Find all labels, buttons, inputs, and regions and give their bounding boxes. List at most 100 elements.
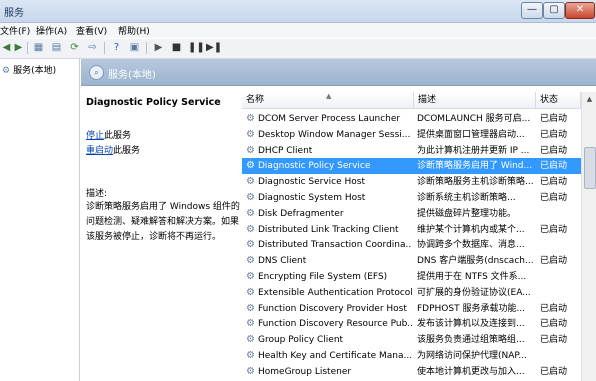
table-row[interactable]: ⚙ HomeGroup Listener 使本地计算机更改与加入... 已启动 [242, 364, 581, 380]
toolbar: ◀ ▶ ▦ ▤ ⟳ ⇨ ? ▣ ▶ ■ ❚❚ ▶❚ [0, 39, 596, 59]
menu-help[interactable]: 帮助(H) [118, 24, 150, 37]
refresh-icon[interactable]: ⟳ [68, 41, 81, 54]
table-row[interactable]: ⚙ Function Discovery Resource Pub... 发布该计算… [242, 316, 581, 332]
service-status-cell: 已启动 [540, 145, 568, 156]
gear-icon: ⚙ [246, 176, 255, 188]
service-description-cell: 为此计算机注册并更新 IP ... [417, 145, 530, 156]
table-row[interactable]: ⚙ Distributed Link Tracking Client 维护某个计算机… [242, 222, 581, 238]
table-row[interactable]: ⚙ DNS Client DNS 客户端服务(dnscach... 已启动 [242, 253, 581, 269]
export-list-icon[interactable]: ⇨ [86, 41, 99, 54]
restart-icon[interactable]: ▶❚ [206, 41, 222, 54]
service-description-cell: 该服务负责通过组策略组... [417, 335, 525, 346]
toolbar-separator [104, 42, 105, 54]
service-name-cell: Function Discovery Resource Pub... [258, 319, 412, 330]
gear-icon: ⚙ [246, 128, 255, 140]
service-status-cell: 已启动 [540, 303, 568, 314]
service-status-cell: 已启动 [540, 177, 568, 188]
service-description-cell: 协调跨多个数据库、消息... [417, 240, 525, 251]
toolbar-separator [27, 42, 28, 54]
gear-icon: ⚙ [246, 144, 255, 156]
menu-file[interactable]: 文件(F) [0, 24, 30, 37]
service-name-cell: Diagnostic Policy Service [258, 161, 371, 172]
service-status-cell: 已启动 [540, 129, 568, 140]
table-row[interactable]: ⚙ Function Discovery Provider Host FDPHOST… [242, 301, 581, 317]
forward-arrow-icon[interactable]: ▶ [12, 41, 25, 54]
service-description-cell: FDPHOST 服务承载功能... [417, 303, 526, 314]
minimize-button[interactable]: — [521, 2, 543, 19]
service-description-cell: 可扩展的身份验证协议(EA... [417, 287, 531, 298]
service-description-cell: DNS 客户端服务(dnscach... [417, 256, 534, 267]
service-detail-panel: Diagnostic Policy Service 停止此服务 重启动此服务 描… [81, 86, 241, 381]
tree-item-services-local[interactable]: ⚙ 服务(本地) [2, 63, 56, 76]
service-description-cell: 提供磁盘碎片整理功能。 [417, 208, 517, 219]
properties-icon[interactable]: ▤ [50, 41, 63, 54]
column-name-label: 名称 [246, 95, 265, 105]
description-text: 诊断策略服务启用了 Windows 组件的问题检测、疑难解答和解决方案。如果该服… [86, 202, 240, 242]
stop-icon[interactable]: ■ [170, 41, 183, 54]
console-tree-icon[interactable]: ▦ [32, 41, 45, 54]
title-bar: 服务 — ▢ ✕ [0, 0, 596, 23]
sort-ascending-icon: ▲ [326, 92, 332, 100]
table-row[interactable]: ⚙ Desktop Window Manager Sessi... 提供桌面窗口管理… [242, 127, 581, 143]
table-row[interactable]: ⚙ Diagnostic Service Host 诊断策略服务主机诊断策略... 已… [242, 174, 581, 190]
gear-icon: ⚙ [246, 223, 255, 235]
menu-view[interactable]: 查看(V) [76, 24, 107, 37]
service-name-cell: Desktop Window Manager Sessi... [258, 129, 411, 140]
column-header-status[interactable]: 状态 [536, 92, 581, 109]
service-name-cell: Distributed Transaction Coordina... [258, 240, 412, 251]
column-header-name[interactable]: ▲ 名称 [242, 92, 414, 109]
table-row[interactable]: ⚙ Diagnostic System Host 诊断系统主机诊断策略... 已启动 [242, 190, 581, 206]
table-row[interactable]: ⚙ Distributed Transaction Coordina... 协调跨多… [242, 237, 581, 253]
window-title: 服务 [4, 8, 24, 19]
service-description-cell: 为网络访问保护代理(NAP... [417, 351, 528, 361]
service-name-cell: Group Policy Client [258, 335, 344, 346]
gear-icon: ⚙ [246, 255, 255, 267]
toolbar-separator [146, 42, 147, 54]
gear-icon: ⚙ [246, 207, 255, 219]
service-name-cell: Disk Defragmenter [258, 208, 344, 219]
column-description-label: 描述 [418, 95, 437, 105]
table-row[interactable]: ⚙ Diagnostic Policy Service 诊断策略服务启用了 Wind… [242, 158, 581, 175]
help-icon[interactable]: ? [110, 41, 123, 54]
menu-action[interactable]: 操作(A) [36, 24, 67, 37]
table-row[interactable]: ⚙ DHCP Client 为此计算机注册并更新 IP ... 已启动 [242, 143, 581, 159]
pause-icon[interactable]: ❚❚ [188, 41, 205, 54]
table-row[interactable]: ⚙ Health Key and Certificate Mana... 为网络访问… [242, 348, 581, 364]
gear-icon: ⚙ [246, 365, 255, 377]
service-name-cell: DNS Client [258, 256, 307, 267]
pane-header: ⌕ 服务(本地) [81, 59, 596, 86]
service-status-cell: 已启动 [540, 319, 568, 330]
service-status-cell: 已启动 [540, 256, 568, 267]
restart-link[interactable]: 重启动 [86, 146, 113, 156]
restart-link-suffix: 此服务 [113, 146, 141, 156]
service-name: Diagnostic Policy Service [86, 97, 221, 108]
table-row[interactable]: ⚙ Disk Defragmenter 提供磁盘碎片整理功能。 [242, 206, 581, 222]
show-pane-icon[interactable]: ▣ [128, 41, 141, 54]
service-name-cell: Encrypting File System (EFS) [258, 272, 388, 282]
vertical-scrollbar[interactable]: ▲ [581, 92, 596, 381]
start-icon[interactable]: ▶ [152, 41, 165, 54]
service-status-cell: 已启动 [540, 366, 568, 377]
service-name-cell: Extensible Authentication Protocol [258, 287, 412, 298]
column-header-description[interactable]: 描述 [414, 92, 536, 109]
service-name-cell: Health Key and Certificate Mana... [258, 351, 412, 361]
scrollbar-thumb[interactable] [584, 147, 596, 189]
service-description-cell: 维护某个计算机内或某个... [417, 224, 525, 235]
restart-service-line: 重启动此服务 [86, 143, 140, 156]
table-row[interactable]: ⚙ Encrypting File System (EFS) 提供用于在 NTFS … [242, 269, 581, 285]
gear-icon: ⚙ [246, 271, 255, 282]
close-button[interactable]: ✕ [565, 2, 595, 19]
maximize-button[interactable]: ▢ [543, 2, 565, 19]
gear-icon: ⚙ [2, 66, 11, 76]
scroll-up-icon[interactable]: ▲ [582, 92, 596, 106]
stop-link[interactable]: 停止 [86, 131, 104, 141]
tree-item-label: 服务(本地) [13, 66, 57, 76]
service-name-cell: Diagnostic Service Host [258, 177, 366, 188]
table-row[interactable]: ⚙ Extensible Authentication Protocol 可扩展的身… [242, 285, 581, 301]
table-row[interactable]: ⚙ DCOM Server Process Launcher DCOMLAUNCH … [242, 111, 581, 127]
gear-icon: ⚙ [246, 302, 255, 314]
service-status-cell: 已启动 [540, 335, 568, 346]
console-tree: ⚙ 服务(本地) [0, 59, 80, 381]
table-row[interactable]: ⚙ Group Policy Client 该服务负责通过组策略组... 已启动 [242, 332, 581, 348]
service-description-cell: 诊断策略服务启用了 Wind... [417, 161, 533, 172]
